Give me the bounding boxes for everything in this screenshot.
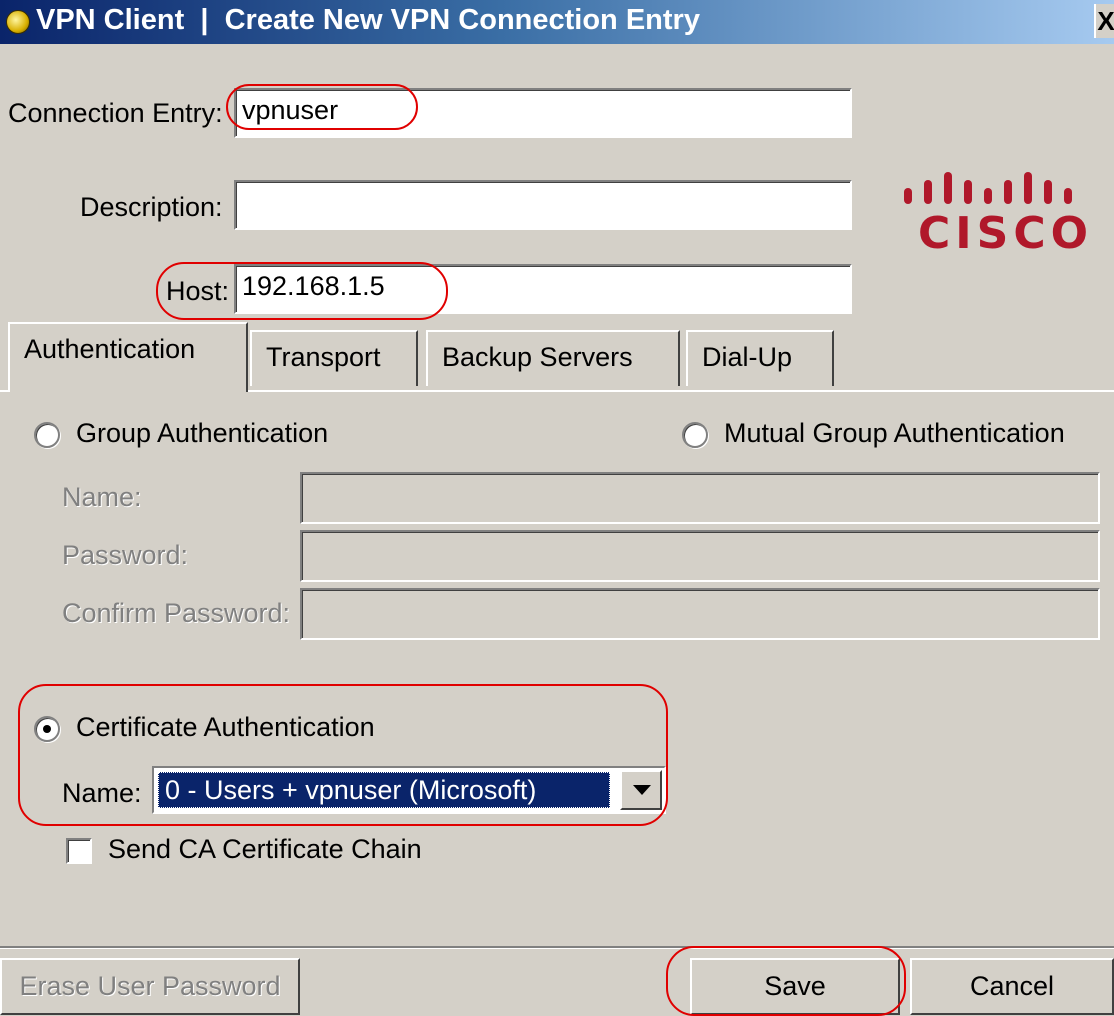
erase-user-password-button[interactable]: Erase User Password: [0, 958, 300, 1015]
certificate-name-select[interactable]: 0 - Users + vpnuser (Microsoft): [152, 766, 666, 814]
chevron-down-icon: [633, 785, 651, 795]
send-ca-chain-label: Send CA Certificate Chain: [108, 834, 422, 864]
window-title: VPN Client | Create New VPN Connection E…: [36, 4, 700, 36]
cancel-button[interactable]: Cancel: [910, 958, 1114, 1015]
certificate-name-label: Name:: [62, 778, 142, 808]
certificate-authentication-radio[interactable]: [34, 716, 60, 742]
footer-divider: [0, 946, 1114, 949]
mutual-group-authentication-label: Mutual Group Authentication: [724, 418, 1065, 448]
tab-backup-servers[interactable]: Backup Servers: [426, 330, 680, 386]
group-authentication-label: Group Authentication: [76, 418, 329, 448]
cisco-logo-bars: [904, 172, 1072, 204]
connection-entry-label: Connection Entry:: [8, 98, 223, 128]
send-ca-chain-checkbox[interactable]: [66, 838, 92, 864]
mutual-group-authentication-radio[interactable]: [682, 422, 708, 448]
tab-dial-up[interactable]: Dial-Up: [686, 330, 834, 386]
dropdown-arrow-button[interactable]: [620, 770, 662, 810]
group-authentication-radio[interactable]: [34, 422, 60, 448]
description-input[interactable]: [234, 180, 852, 230]
certificate-authentication-label: Certificate Authentication: [76, 712, 375, 742]
tab-authentication[interactable]: Authentication: [8, 322, 248, 392]
description-label: Description:: [80, 192, 223, 222]
connection-entry-input[interactable]: vpnuser: [234, 88, 852, 138]
save-button[interactable]: Save: [690, 958, 900, 1015]
host-label: Host:: [166, 276, 230, 306]
confirm-password-label: Confirm Password:: [62, 598, 291, 628]
close-icon[interactable]: X: [1094, 4, 1114, 38]
cisco-logo-text: CISCO: [918, 208, 1094, 259]
vpn-client-icon: [6, 10, 30, 34]
certificate-name-value: 0 - Users + vpnuser (Microsoft): [158, 772, 610, 808]
confirm-password-input: [300, 588, 1100, 640]
group-name-label: Name:: [62, 482, 142, 512]
group-name-input: [300, 472, 1100, 524]
group-password-label: Password:: [62, 540, 189, 570]
group-password-input: [300, 530, 1100, 582]
tab-transport[interactable]: Transport: [250, 330, 418, 386]
host-input[interactable]: 192.168.1.5: [234, 264, 852, 314]
title-bar: VPN Client | Create New VPN Connection E…: [0, 0, 1114, 44]
